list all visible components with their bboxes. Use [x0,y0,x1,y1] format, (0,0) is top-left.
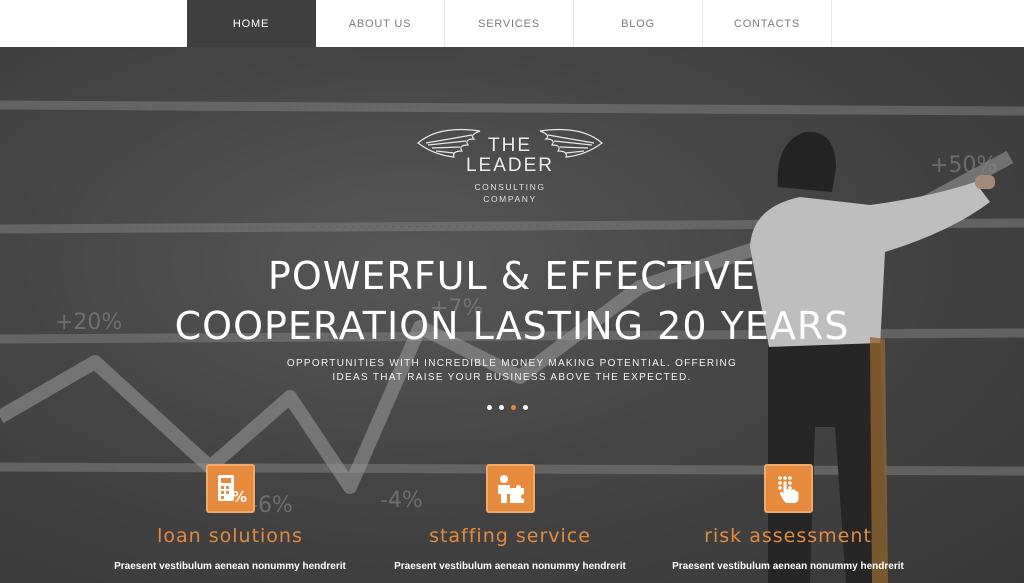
slider-pagination [487,405,528,410]
logo-subtitle-consulting: CONSULTING [474,182,546,192]
feature-risk-assessment: risk assessment Praesent vestibulum aene… [648,464,928,572]
feature-title: staffing service [429,525,591,547]
slider-dot-2[interactable] [499,405,504,410]
slider-dot-3[interactable] [511,405,516,410]
logo-text-the: THE [488,135,532,156]
slider-dot-4[interactable] [523,405,528,410]
person-puzzle-icon[interactable] [485,464,535,513]
slider-dot-1[interactable] [487,405,492,410]
hero-headline-line2: COOPERATION LASTING 20 YEARS [174,304,850,348]
logo-text-leader: LEADER [465,155,555,176]
svg-text:%: % [232,488,247,506]
logo-subtitle-company: COMPANY [483,194,537,204]
company-logo[interactable]: THE LEADER CONSULTING COMPANY [414,123,606,207]
feature-title: loan solutions [157,525,303,547]
nav-menu: HOME ABOUT US SERVICES BLOG CONTACTS [187,0,832,48]
hand-touch-icon[interactable] [763,464,813,513]
nav-item-about-us[interactable]: ABOUT US [316,0,445,47]
hero-subtitle-line2: IDEAS THAT RAISE YOUR BUSINESS ABOVE THE… [332,372,692,383]
nav-item-services[interactable]: SERVICES [445,0,574,47]
feature-text: Praesent vestibulum aenean nonummy hendr… [394,561,626,572]
feature-text: Praesent vestibulum aenean nonummy hendr… [672,561,904,572]
hero-slider: +20% -6% -4% +7% +50% THE LEADER CONSULT… [0,47,1024,583]
nav-item-home[interactable]: HOME [187,0,316,48]
hero-subtitle-line1: OPPORTUNITIES WITH INCREDIBLE MONEY MAKI… [286,358,738,369]
nav-item-blog[interactable]: BLOG [574,0,703,47]
feature-staffing-service: staffing service Praesent vestibulum aen… [370,464,650,572]
hero-headline-line1: POWERFUL & EFFECTIVE [267,254,757,298]
feature-loan-solutions: % loan solutions Praesent vestibulum aen… [90,464,370,572]
calculator-percent-icon[interactable]: % [205,464,255,513]
feature-title: risk assessment [704,525,872,547]
nav-item-contacts[interactable]: CONTACTS [703,0,832,47]
top-navigation: HOME ABOUT US SERVICES BLOG CONTACTS [0,0,1024,48]
feature-text: Praesent vestibulum aenean nonummy hendr… [114,561,346,572]
